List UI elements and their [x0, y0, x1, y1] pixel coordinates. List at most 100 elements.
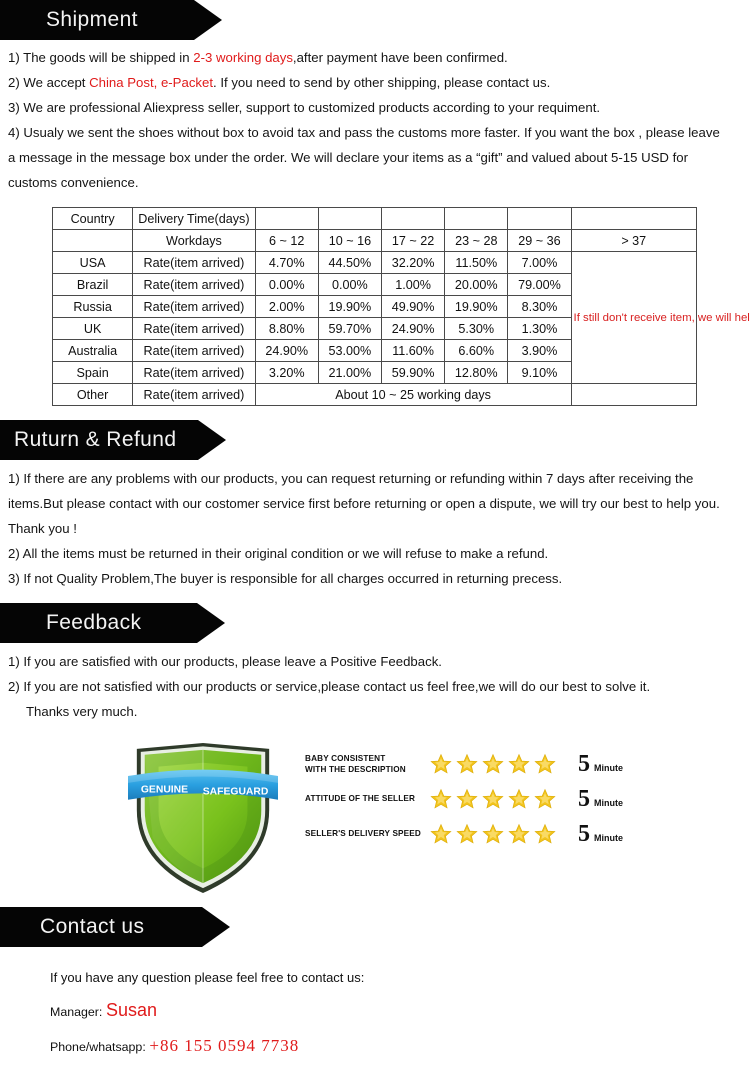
- rating-number: 5: [578, 750, 590, 777]
- star-icon: [430, 823, 452, 844]
- contact-manager-name: Susan: [105, 1000, 158, 1020]
- banner-feedback: Feedback: [0, 603, 750, 643]
- rating-number: 5: [578, 820, 590, 847]
- row-rate-label: Rate(item arrived): [132, 251, 256, 274]
- contact-phone-number[interactable]: +86 155 0594 7738: [149, 1036, 299, 1055]
- row-rate-3: 1.00%: [380, 273, 446, 296]
- return-refund-body: 1) If there are any problems with our pr…: [0, 460, 750, 591]
- genuine-safeguard-shield-icon: GENUINE SAFEGUARD: [128, 742, 278, 894]
- banner-title-return-refund: Ruturn & Refund: [14, 428, 177, 451]
- rating-number: 5: [578, 785, 590, 812]
- table-row: USA Rate(item arrived) 4.70% 44.50% 32.2…: [51, 251, 750, 384]
- workdays-label: Workdays: [132, 229, 256, 252]
- rating-row-attitude: ATTITUDE OF THE SELLER 5 Minute: [305, 781, 655, 816]
- row-rate-5: 9.10%: [507, 361, 572, 384]
- delivery-table-wrap: Country Delivery Time(days) Workdays 6 ~…: [0, 195, 750, 406]
- shipment-body: 1) The goods will be shipped in 2-3 work…: [0, 40, 750, 195]
- feedback-closing: Thanks very much.: [26, 704, 138, 719]
- row-rate-1: 8.80%: [254, 317, 319, 340]
- row-rate-4: 5.30%: [444, 317, 509, 340]
- rating-label-attitude: ATTITUDE OF THE SELLER: [305, 793, 430, 804]
- banner-contact-us: Contact us: [0, 907, 750, 947]
- rating-label-line1: BABY CONSISTENT: [305, 753, 386, 763]
- row-rate-1: 24.90%: [254, 339, 319, 362]
- row-rate-4: 11.50%: [444, 251, 509, 274]
- shield-ribbon-text-left: GENUINE: [141, 784, 188, 795]
- row-rate-3: 11.60%: [380, 339, 446, 362]
- row-rate-2: 59.70%: [317, 317, 382, 340]
- feedback-line-2: 2) If you are not satisfied with our pro…: [8, 679, 651, 694]
- table-row-header: Country Delivery Time(days): [51, 207, 698, 230]
- rating-unit: Minute: [594, 797, 623, 808]
- shipment-line-1-post: ,after payment have been confirmed.: [292, 50, 508, 65]
- ratings-list: BABY CONSISTENT WITH THE DESCRIPTION 5 M…: [305, 746, 655, 851]
- header-blank-4: [444, 207, 509, 230]
- star-icon: [430, 788, 452, 809]
- star-icon: [482, 788, 504, 809]
- rating-row-description: BABY CONSISTENT WITH THE DESCRIPTION 5 M…: [305, 746, 655, 781]
- shipment-line-3: 3) We are professional Aliexpress seller…: [8, 100, 601, 115]
- bin-5: 29 ~ 36: [507, 229, 572, 252]
- header-blank-1: [254, 207, 319, 230]
- rating-label-line1: SELLER'S DELIVERY SPEED: [305, 829, 421, 838]
- rating-label-line1: ATTITUDE OF THE SELLER: [305, 794, 416, 803]
- feedback-line-1: 1) If you are satisfied with our product…: [8, 654, 442, 669]
- other-country: Other: [51, 383, 134, 406]
- row-rate-2: 0.00%: [317, 273, 382, 296]
- row-rate-3: 59.90%: [380, 361, 446, 384]
- return-line-1: 1) If there are any problems with our pr…: [8, 471, 720, 536]
- row-rate-4: 6.60%: [444, 339, 509, 362]
- header-blank-6: [570, 207, 698, 230]
- banner-return-refund: Ruturn & Refund: [0, 420, 750, 460]
- row-rate-1: 4.70%: [254, 251, 319, 274]
- star-rating-description: [430, 753, 570, 775]
- other-text: About 10 ~ 25 working days: [254, 383, 572, 406]
- other-blank: [570, 383, 698, 406]
- row-rate-1: 0.00%: [254, 273, 319, 296]
- rating-value-description: 5 Minute: [578, 752, 623, 776]
- table-row-workdays: Workdays 6 ~ 12 10 ~ 16 17 ~ 22 23 ~ 28 …: [51, 229, 698, 252]
- header-delivery-time: Delivery Time(days): [132, 207, 256, 230]
- table-row-other: Other Rate(item arrived) About 10 ~ 25 w…: [51, 383, 698, 406]
- row-rate-3: 32.20%: [380, 251, 446, 274]
- feedback-body: 1) If you are satisfied with our product…: [0, 643, 750, 724]
- row-rate-label: Rate(item arrived): [132, 339, 256, 362]
- other-rate-label: Rate(item arrived): [132, 383, 256, 406]
- row-rate-label: Rate(item arrived): [132, 361, 256, 384]
- shipment-line-4: 4) Usualy we sent the shoes without box …: [8, 125, 720, 190]
- banner-title-contact-us: Contact us: [40, 915, 145, 938]
- rating-value-delivery-speed: 5 Minute: [578, 822, 623, 846]
- star-icon: [508, 753, 530, 774]
- star-icon: [534, 788, 556, 809]
- row-rate-4: 19.90%: [444, 295, 509, 318]
- delivery-table: Country Delivery Time(days) Workdays 6 ~…: [51, 207, 750, 406]
- rating-label-delivery-speed: SELLER'S DELIVERY SPEED: [305, 828, 430, 839]
- row-rate-label: Rate(item arrived): [132, 295, 256, 318]
- row-rate-2: 44.50%: [317, 251, 382, 274]
- shipment-line-1-pre: 1) The goods will be shipped in: [8, 50, 194, 65]
- row-rate-4: 20.00%: [444, 273, 509, 296]
- rating-label-line2: WITH THE DESCRIPTION: [305, 764, 406, 774]
- delivery-note: If still don't receive item, we will hel…: [570, 251, 750, 384]
- banner-shipment: Shipment: [0, 0, 750, 40]
- shipment-line-2-pre: 2) We accept: [8, 75, 90, 90]
- rating-value-attitude: 5 Minute: [578, 787, 623, 811]
- row-country: Australia: [51, 339, 134, 362]
- bin-2: 10 ~ 16: [317, 229, 382, 252]
- row-rate-5: 8.30%: [507, 295, 572, 318]
- star-rating-delivery-speed: [430, 823, 570, 845]
- star-icon: [456, 823, 478, 844]
- star-icon: [534, 753, 556, 774]
- workdays-country-blank: [51, 229, 134, 252]
- rating-unit: Minute: [594, 762, 623, 773]
- row-country: UK: [51, 317, 134, 340]
- star-icon: [534, 823, 556, 844]
- row-rate-5: 7.00%: [507, 251, 572, 274]
- row-rate-3: 24.90%: [380, 317, 446, 340]
- contact-phone: Phone/whatsapp: +86 155 0594 7738: [50, 1029, 750, 1064]
- shipment-line-2: 2) We accept China Post, e-Packet. If yo…: [0, 70, 750, 95]
- header-country: Country: [51, 207, 134, 230]
- header-blank-5: [507, 207, 572, 230]
- shipment-line-1-highlight: 2-3 working days: [193, 50, 293, 65]
- row-rate-2: 53.00%: [317, 339, 382, 362]
